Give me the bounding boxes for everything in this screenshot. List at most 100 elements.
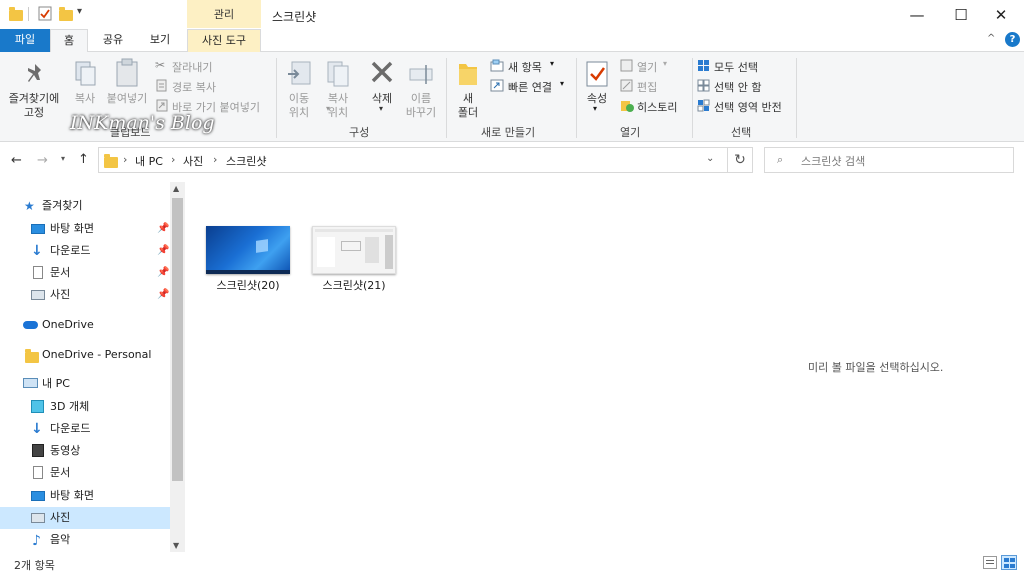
group-divider: [576, 58, 577, 138]
easy-access-button[interactable]: 빠른 연결 ▾: [490, 78, 570, 94]
delete-button[interactable]: 삭제 ▾: [364, 58, 400, 120]
nav-pc-pictures[interactable]: 사진: [0, 507, 170, 529]
edit-button[interactable]: 편집: [620, 78, 680, 94]
move-to-button[interactable]: 이동 위치 ▾: [282, 58, 330, 120]
nav-onedrive-personal[interactable]: OneDrive - Personal: [0, 344, 170, 366]
copy-path-button[interactable]: 경로 복사: [155, 78, 265, 94]
group-label-select: 선택: [731, 126, 752, 139]
refresh-button[interactable]: ↻: [727, 147, 753, 173]
new-item-button[interactable]: 새 항목 ▾: [490, 58, 570, 74]
move-to-label-2: 위치: [288, 106, 310, 119]
nav-onedrive[interactable]: OneDrive: [0, 314, 170, 336]
nav-music[interactable]: ♪ 음악: [0, 529, 170, 551]
new-folder-quick-icon[interactable]: [58, 6, 74, 22]
scroll-down-icon[interactable]: ▼: [173, 541, 179, 550]
pin-icon[interactable]: 📌: [157, 262, 169, 284]
document-icon: [33, 466, 43, 479]
paste-label: 붙여넣기: [106, 92, 148, 105]
easy-access-label: 빠른 연결: [508, 81, 552, 94]
nav-documents[interactable]: 문서 📌: [0, 262, 170, 284]
thumbnail-image: [206, 226, 290, 274]
copy-button[interactable]: 복사: [68, 58, 102, 108]
tab-view[interactable]: 보기: [142, 29, 178, 52]
customize-toolbar-icon[interactable]: ▾: [77, 6, 82, 17]
tab-share[interactable]: 공유: [96, 29, 130, 52]
group-divider: [276, 58, 277, 138]
nav-3d-objects[interactable]: 3D 개체: [0, 396, 170, 418]
select-none-button[interactable]: 선택 안 함: [697, 78, 777, 94]
film-icon: [32, 444, 44, 457]
properties-quick-icon[interactable]: [38, 6, 54, 22]
rename-button[interactable]: 이름 바꾸기: [402, 58, 440, 120]
invert-selection-button[interactable]: 선택 영역 반전: [697, 98, 792, 114]
cut-button[interactable]: ✂ 잘라내기: [155, 58, 265, 74]
properties-button[interactable]: 속성 ▾: [582, 58, 612, 120]
file-item[interactable]: 스크린샷(21): [308, 226, 400, 294]
nav-desktop[interactable]: 바탕 화면 📌: [0, 218, 170, 240]
folder-icon: [25, 349, 39, 363]
pin-label-2: 고정: [23, 106, 45, 119]
tab-file[interactable]: 파일: [0, 29, 50, 52]
forward-arrow-icon[interactable]: →: [37, 153, 48, 168]
large-icons-view-icon[interactable]: [1001, 555, 1017, 570]
status-bar: [0, 553, 1024, 576]
pin-icon[interactable]: 📌: [157, 218, 169, 240]
clipboard-icon: [116, 58, 138, 87]
pin-icon[interactable]: 📌: [157, 240, 169, 262]
nav-label: 문서: [50, 466, 71, 479]
details-view-icon[interactable]: [983, 556, 997, 569]
breadcrumb-screenshots[interactable]: 스크린샷: [226, 153, 266, 169]
nav-pc-desktop[interactable]: 바탕 화면: [0, 485, 170, 507]
search-placeholder: 스크린샷 검색: [801, 155, 866, 168]
collapse-ribbon-icon[interactable]: ^: [987, 33, 995, 44]
chevron-right-icon: ›: [171, 153, 176, 166]
group-divider: [796, 58, 797, 138]
copy-to-button[interactable]: 복사 위치: [320, 58, 356, 120]
nav-downloads[interactable]: ↓ 다운로드 📌: [0, 240, 170, 262]
chevron-right-icon: ›: [213, 153, 218, 166]
new-folder-button[interactable]: 새 폴더: [452, 58, 484, 120]
nav-label: 사진: [50, 511, 71, 524]
computer-icon: [23, 378, 38, 388]
select-all-button[interactable]: 모두 선택: [697, 58, 777, 74]
minimize-button[interactable]: —: [894, 0, 940, 30]
close-button[interactable]: ✕: [978, 0, 1024, 30]
address-dropdown-icon[interactable]: ⌄: [706, 153, 714, 164]
pin-icon[interactable]: 📌: [157, 284, 169, 306]
star-icon: ★: [24, 199, 35, 213]
delete-x-icon: [371, 61, 393, 83]
document-icon: [33, 266, 43, 279]
breadcrumb-pictures[interactable]: 사진: [183, 153, 203, 169]
tab-home[interactable]: 홈: [50, 29, 88, 53]
help-icon[interactable]: ?: [1005, 32, 1020, 47]
nav-quick-access[interactable]: ★ 즐겨찾기: [0, 195, 170, 217]
history-icon: [621, 101, 634, 112]
back-arrow-icon[interactable]: ←: [11, 153, 22, 168]
file-name: 스크린샷(21): [322, 279, 386, 292]
nav-pc-downloads[interactable]: ↓ 다운로드: [0, 418, 170, 440]
history-button[interactable]: 히스토리: [620, 98, 690, 114]
open-button[interactable]: 열기 ▾: [620, 58, 680, 74]
nav-pictures[interactable]: 사진 📌: [0, 284, 170, 306]
up-arrow-icon[interactable]: ↑: [78, 152, 89, 167]
recent-locations-icon[interactable]: ▾: [61, 154, 65, 163]
cube-icon: [31, 400, 44, 413]
search-input[interactable]: ⌕ 스크린샷 검색: [764, 147, 1014, 173]
file-item[interactable]: 스크린샷(20): [202, 226, 294, 294]
paste-button[interactable]: 붙여넣기: [104, 58, 150, 108]
nav-scroll-thumb[interactable]: [172, 198, 183, 481]
tab-picture-tools[interactable]: 사진 도구: [187, 29, 261, 53]
new-item-icon: [490, 59, 504, 72]
scissors-icon: ✂: [155, 58, 166, 72]
nav-pc-documents[interactable]: 문서: [0, 462, 170, 484]
pin-to-quick-access-button[interactable]: 즐겨찾기에 고정: [4, 58, 64, 120]
breadcrumb-this-pc[interactable]: 내 PC: [135, 153, 163, 169]
nav-label: 다운로드: [50, 422, 91, 435]
copy-to-icon: [327, 61, 349, 87]
address-bar[interactable]: › 내 PC › 사진 › 스크린샷 ⌄: [98, 147, 748, 173]
thumbnail-image: [312, 226, 396, 274]
scroll-up-icon[interactable]: ▲: [173, 184, 179, 193]
nav-this-pc[interactable]: 내 PC: [0, 373, 170, 395]
nav-videos[interactable]: 동영상: [0, 440, 170, 462]
preview-message: 미리 볼 파일을 선택하십시오.: [808, 361, 944, 374]
